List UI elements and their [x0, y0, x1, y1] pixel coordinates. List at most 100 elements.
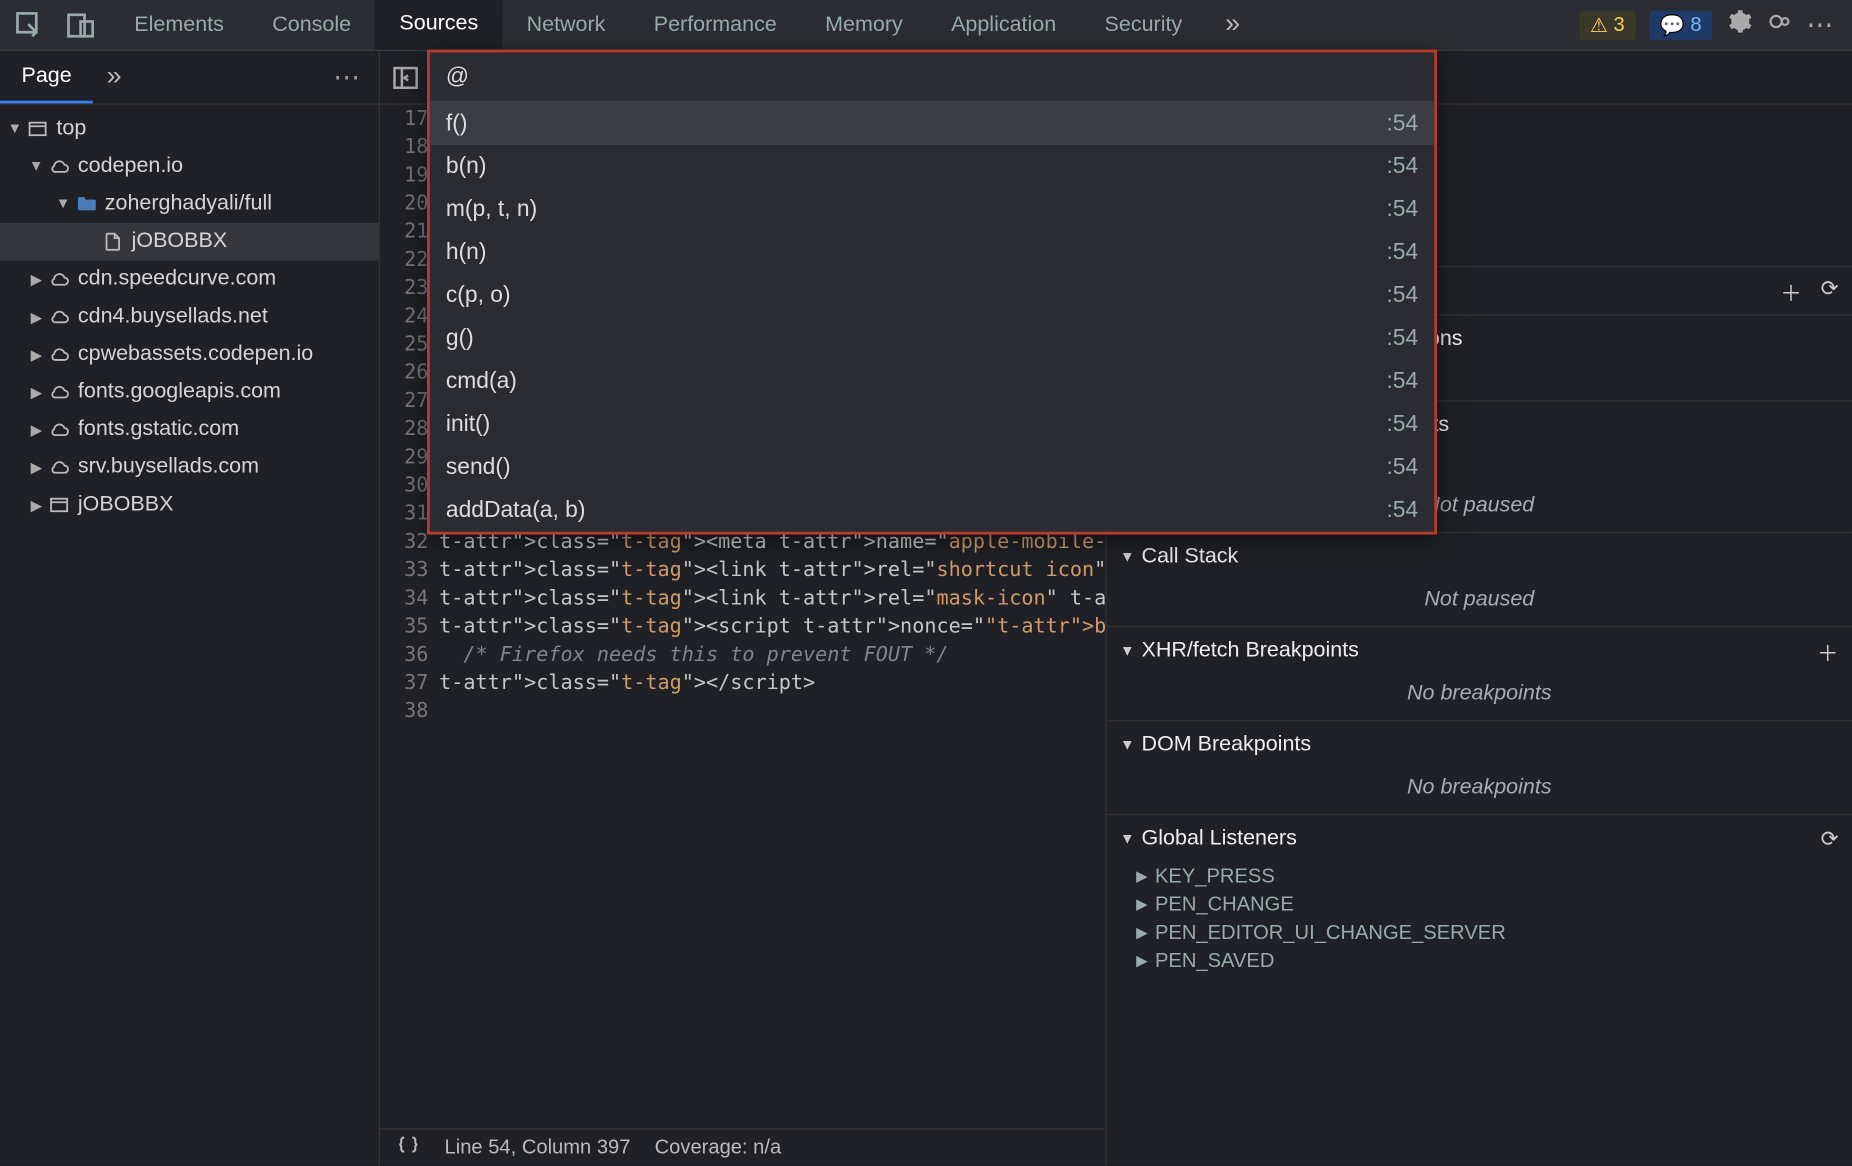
autocomplete-label: f(): [446, 110, 468, 137]
disclosure-triangle-icon[interactable]: [27, 158, 46, 174]
refresh-icon[interactable]: ⟳: [1821, 275, 1839, 307]
disclosure-triangle-icon[interactable]: [54, 196, 73, 212]
tree-item-label: fonts.gstatic.com: [78, 418, 239, 442]
sidebar-kebab-icon[interactable]: ⋯: [314, 60, 378, 94]
tree-item-label: srv.buysellads.com: [78, 455, 259, 479]
pretty-print-icon[interactable]: [396, 1133, 420, 1163]
goto-function-input[interactable]: @: [430, 52, 1435, 102]
top-tab-console[interactable]: Console: [248, 0, 375, 50]
disclosure-triangle-icon[interactable]: [5, 121, 24, 137]
tree-item[interactable]: cpwebassets.codepen.io: [0, 336, 379, 374]
top-tab-sources[interactable]: Sources: [375, 0, 502, 50]
tree-item[interactable]: top: [0, 110, 379, 148]
disclosure-triangle-icon[interactable]: ▶: [1136, 868, 1155, 885]
debug-section-header[interactable]: ▼DOM Breakpoints: [1107, 720, 1852, 768]
autocomplete-item[interactable]: m(p, t, n):54: [430, 188, 1435, 231]
disclosure-triangle-icon[interactable]: ▼: [1120, 831, 1141, 847]
refresh-icon[interactable]: ⟳: [1821, 825, 1839, 852]
add-icon[interactable]: ＋: [1780, 275, 1802, 307]
disclosure-triangle-icon[interactable]: ▶: [1136, 952, 1155, 969]
debug-section-header[interactable]: ▼XHR/fetch Breakpoints＋: [1107, 626, 1852, 674]
autocomplete-item[interactable]: g() :54: [430, 317, 1435, 360]
disclosure-triangle-icon[interactable]: [27, 421, 46, 438]
settings-gear-icon[interactable]: [1726, 7, 1753, 42]
editor-statusbar: Line 54, Column 397 Coverage: n/a: [380, 1128, 1105, 1166]
autocomplete-label: b(n): [446, 153, 487, 180]
top-tab-network[interactable]: Network: [502, 0, 629, 50]
sidebar-more-icon[interactable]: »: [93, 62, 135, 93]
listener-item[interactable]: ▶PEN_CHANGE: [1107, 890, 1852, 918]
disclosure-triangle-icon[interactable]: [27, 459, 46, 476]
autocomplete-item[interactable]: addData(a, b):54: [430, 489, 1435, 532]
tree-item[interactable]: jOBOBBX: [0, 486, 379, 524]
tree-item[interactable]: cdn4.buysellads.net: [0, 298, 379, 336]
file-tree[interactable]: topcodepen.iozoherghadyali/fulljOBOBBXcd…: [0, 105, 379, 1166]
autocomplete-label: g(): [446, 325, 474, 352]
section-body-text: No breakpoints: [1107, 768, 1852, 814]
device-toggle-icon[interactable]: [64, 9, 96, 41]
file-icon: [99, 231, 126, 252]
listener-label: PEN_CHANGE: [1155, 893, 1294, 916]
sources-sidebar: Page » ⋯ topcodepen.io zoherghadyali/full…: [0, 51, 380, 1166]
status-coverage: Coverage: n/a: [655, 1136, 782, 1159]
kebab-menu-icon[interactable]: ⋯: [1806, 8, 1833, 42]
autocomplete-location: :54: [1386, 368, 1418, 395]
top-tab-memory[interactable]: Memory: [801, 0, 927, 50]
tree-item[interactable]: srv.buysellads.com: [0, 449, 379, 487]
more-tabs-icon[interactable]: »: [1206, 9, 1259, 40]
debug-section-header[interactable]: ▼Call Stack: [1107, 532, 1852, 580]
autocomplete-item[interactable]: send():54: [430, 446, 1435, 489]
topbar-right: ⚠ 3 💬 8 ⋯: [1579, 7, 1852, 42]
tree-item[interactable]: codepen.io: [0, 148, 379, 186]
disclosure-triangle-icon[interactable]: ▶: [1136, 896, 1155, 913]
autocomplete-item[interactable]: c(p, o):54: [430, 274, 1435, 317]
disclosure-triangle-icon[interactable]: [27, 346, 46, 363]
top-tab-performance[interactable]: Performance: [630, 0, 801, 50]
disclosure-triangle-icon[interactable]: [27, 271, 46, 288]
goto-function-popup: @ f():54b(n):54m(p, t, n):54h(n):54c(p, …: [427, 50, 1437, 535]
tree-item-label: zoherghadyali/full: [105, 192, 272, 216]
autocomplete-item[interactable]: h(n):54: [430, 231, 1435, 274]
tree-item[interactable]: fonts.googleapis.com: [0, 373, 379, 411]
autocomplete-item[interactable]: init():54: [430, 403, 1435, 446]
toggle-navigator-icon[interactable]: [391, 62, 421, 92]
tree-item[interactable]: zoherghadyali/full: [0, 185, 379, 223]
tree-item[interactable]: fonts.gstatic.com: [0, 411, 379, 449]
debug-section-header[interactable]: ▼Global Listeners ⟳: [1107, 814, 1852, 862]
top-tab-security[interactable]: Security: [1080, 0, 1206, 50]
disclosure-triangle-icon[interactable]: ▼: [1120, 549, 1141, 565]
autocomplete-label: cmd(a): [446, 368, 517, 395]
sidebar-tab-page[interactable]: Page: [0, 51, 93, 103]
section-title: Global Listeners: [1142, 827, 1297, 851]
cloud-icon: [46, 344, 73, 365]
listener-item[interactable]: ▶PEN_SAVED: [1107, 947, 1852, 975]
add-icon[interactable]: ＋: [1817, 635, 1839, 667]
top-tab-elements[interactable]: Elements: [110, 0, 248, 50]
autocomplete-location: :54: [1386, 110, 1418, 137]
autocomplete-label: addData(a, b): [446, 497, 586, 524]
autocomplete-location: :54: [1386, 411, 1418, 438]
autocomplete-item[interactable]: f() :54: [430, 102, 1435, 145]
disclosure-triangle-icon[interactable]: ▼: [1120, 643, 1141, 659]
listener-label: PEN_EDITOR_UI_CHANGE_SERVER: [1155, 921, 1506, 944]
autocomplete-location: :54: [1386, 325, 1418, 352]
listener-item[interactable]: ▶PEN_EDITOR_UI_CHANGE_SERVER: [1107, 919, 1852, 947]
disclosure-triangle-icon[interactable]: [27, 496, 46, 513]
listener-item[interactable]: ▶KEY_PRESS: [1107, 862, 1852, 890]
disclosure-triangle-icon[interactable]: ▼: [1120, 737, 1141, 753]
frame-icon: [46, 494, 73, 515]
top-tab-application[interactable]: Application: [927, 0, 1080, 50]
disclosure-triangle-icon[interactable]: ▶: [1136, 924, 1155, 941]
warnings-badge[interactable]: ⚠ 3: [1579, 10, 1635, 40]
whatsnew-icon[interactable]: [1766, 7, 1793, 42]
inspect-icon[interactable]: [13, 9, 45, 41]
autocomplete-location: :54: [1386, 454, 1418, 481]
tree-item[interactable]: cdn.speedcurve.com: [0, 261, 379, 299]
tree-item[interactable]: jOBOBBX: [0, 223, 379, 261]
info-badge[interactable]: 💬 8: [1649, 10, 1712, 40]
disclosure-triangle-icon[interactable]: [27, 308, 46, 325]
autocomplete-item[interactable]: b(n):54: [430, 145, 1435, 188]
autocomplete-item[interactable]: cmd(a) :54: [430, 360, 1435, 403]
tree-item-label: jOBOBBX: [78, 493, 174, 517]
disclosure-triangle-icon[interactable]: [27, 383, 46, 400]
